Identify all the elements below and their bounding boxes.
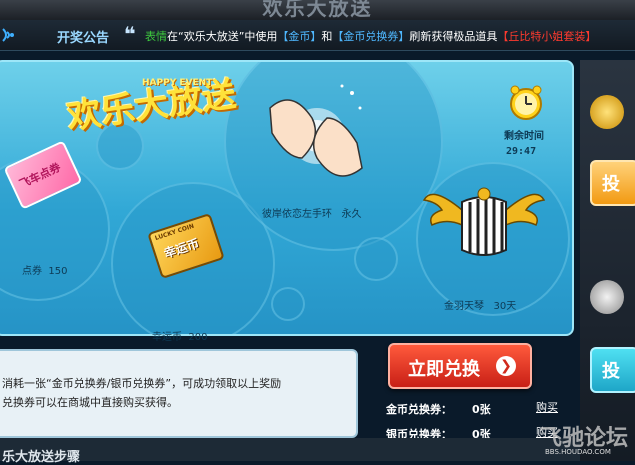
silver-buy-button[interactable]: 投 (590, 347, 635, 393)
item-label-ticket[interactable]: 点券 150 (22, 262, 67, 277)
timer-value: 29:47 (506, 146, 537, 157)
bubble-small (271, 287, 305, 321)
item-qty: 150 (48, 266, 68, 277)
description-line-1: 消耗一张“金币兑换券/银币兑换券”，可成功领取以上奖励 (2, 377, 282, 390)
bracelet-hands-icon (269, 84, 363, 177)
gold-buy-button-label: 投 (602, 174, 620, 195)
right-side-panel: 投 投 (580, 60, 635, 461)
gold-coupon-buy-link[interactable]: 购买 (536, 399, 558, 415)
announcement-player[interactable]: 表情 (145, 30, 167, 43)
item-name: 幸运币 (152, 332, 182, 343)
announcement-text: 表情在“欢乐大放送”中使用【金币】和【金币兑换券】刷新获得极品道具【丘比特小姐套… (145, 28, 596, 44)
item-qty: 200 (188, 332, 208, 343)
item-label-lucky-coin[interactable]: 幸运币 200 (152, 328, 207, 343)
steps-title: 乐大放送步骤 (2, 450, 81, 465)
item-qty: 30天 (493, 301, 517, 312)
gold-buy-button[interactable]: 投 (590, 160, 635, 206)
announcement-voucher[interactable]: 【金币兑换券】 (332, 30, 409, 43)
timer-label: 剩余时间 (504, 131, 544, 142)
gold-coupon-count: 0张 (472, 403, 491, 416)
steps-section (0, 438, 580, 461)
silver-buy-button-label: 投 (602, 361, 620, 382)
forum-watermark-url: BBS.HOUDAO.COM (545, 448, 611, 456)
quote-icon: ❝ (124, 22, 136, 46)
description-line-2: 兑换券可以在商城中直接购买获得。 (2, 396, 178, 409)
announcement-item[interactable]: 【丘比特小姐套装】 (497, 30, 596, 43)
redeem-now-label: 立即兑换 (408, 359, 480, 380)
redeem-now-button[interactable]: 立即兑换 ❯ (388, 343, 532, 389)
item-name: 点券 (22, 266, 42, 277)
item-name: 金羽天琴 (444, 301, 484, 312)
item-label-bracelet[interactable]: 彼岸依恋左手环 永久 (262, 205, 362, 220)
announcement-text-2: 和 (321, 30, 333, 43)
announcement-text-3: 刷新获得极品道具 (409, 30, 498, 43)
announcement-text-1: 在“欢乐大放送”中使用 (167, 30, 278, 43)
ticket-card-text: 飞车点券 (17, 160, 63, 192)
golden-harp-icon (422, 187, 546, 256)
announcement-coin[interactable]: 【金币】 (277, 30, 321, 43)
arrow-right-icon: ❯ (496, 356, 516, 376)
window-title: 欢乐大放送 (262, 0, 373, 20)
gold-coin-icon (590, 95, 624, 129)
bubble-small (354, 237, 398, 281)
item-label-harp[interactable]: 金羽天琴 30天 (444, 297, 516, 312)
item-name: 彼岸依恋左手环 (262, 209, 332, 220)
alarm-clock-icon (510, 85, 542, 120)
announcement-title: 开奖公告 (57, 31, 110, 46)
item-qty: 永久 (341, 209, 362, 220)
lucky-coin-text: 幸运币 (162, 236, 201, 261)
silver-coin-icon (590, 280, 624, 314)
broadcast-icon (2, 28, 14, 42)
gold-coupon-label: 金币兑换券： (386, 403, 452, 416)
event-logo-sub: HAPPY EVENT (142, 78, 213, 88)
